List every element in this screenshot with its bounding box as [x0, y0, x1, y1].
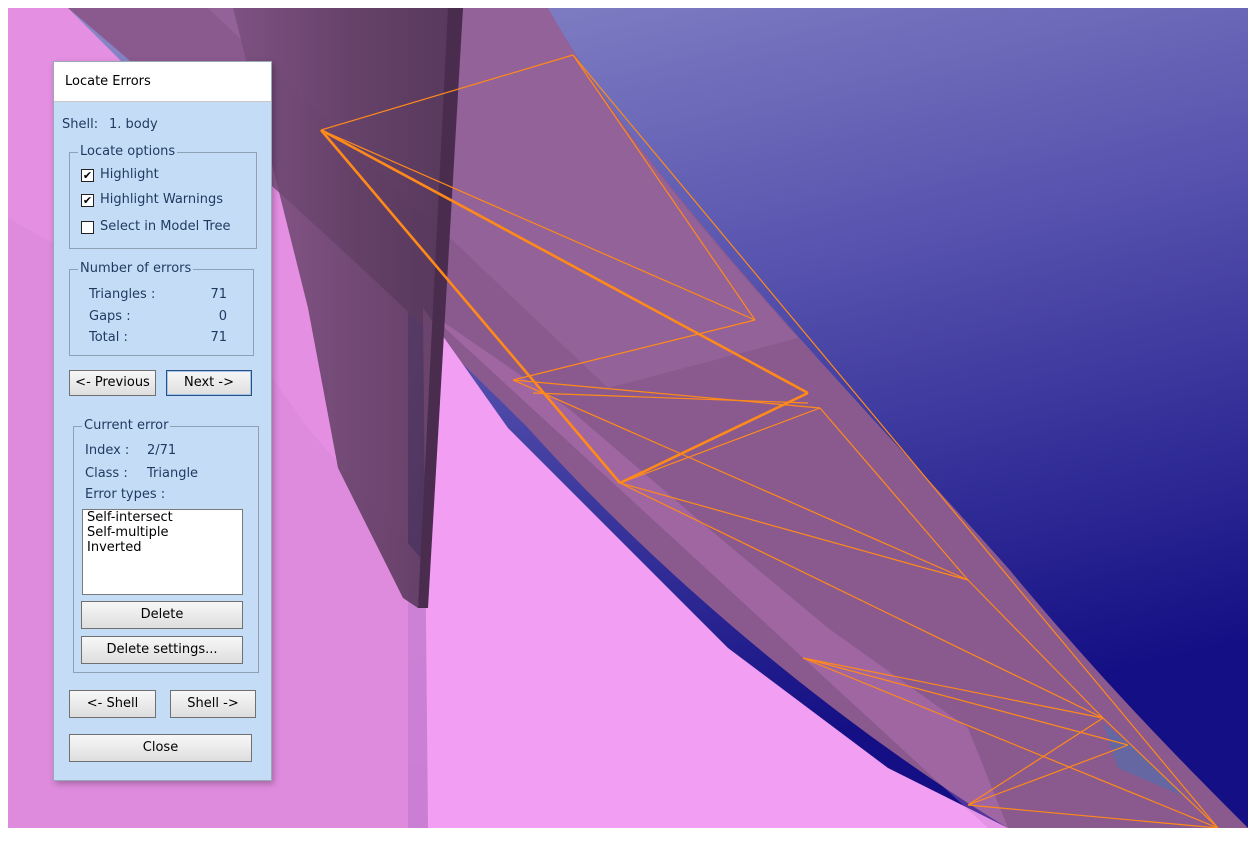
previous-button[interactable]: <- Previous	[69, 370, 156, 396]
number-of-errors-title: Number of errors	[78, 261, 194, 277]
select-in-model-tree-label[interactable]: Select in Model Tree	[100, 219, 230, 234]
number-of-errors-group: Number of errors Triangles : 71 Gaps : 0…	[69, 261, 254, 356]
index-value: 2/71	[147, 443, 177, 458]
shell-label: Shell:	[62, 117, 99, 132]
next-button[interactable]: Next ->	[166, 370, 252, 396]
locate-options-group: Locate options ✔ Highlight ✔ Highlight W…	[69, 144, 257, 249]
locate-errors-dialog: Locate Errors Shell: 1. body Locate opti…	[53, 61, 272, 781]
delete-button[interactable]: Delete	[81, 601, 243, 629]
check-icon: ✔	[82, 169, 93, 182]
close-button[interactable]: Close	[69, 734, 252, 762]
delete-settings-button[interactable]: Delete settings...	[81, 636, 243, 664]
locate-options-title: Locate options	[78, 144, 178, 160]
highlight-warnings-label[interactable]: Highlight Warnings	[100, 192, 223, 207]
next-shell-button[interactable]: Shell ->	[170, 690, 256, 718]
current-error-title: Current error	[82, 418, 171, 434]
triangles-label: Triangles :	[89, 287, 156, 302]
gaps-label: Gaps :	[89, 309, 131, 324]
total-value: 71	[210, 330, 227, 345]
gaps-value: 0	[218, 309, 227, 324]
highlight-warnings-checkbox[interactable]: ✔	[81, 194, 94, 207]
triangles-value: 71	[210, 287, 227, 302]
list-item[interactable]: Self-multiple	[83, 525, 242, 540]
list-item[interactable]: Inverted	[83, 540, 242, 555]
previous-shell-button[interactable]: <- Shell	[69, 690, 156, 718]
list-item[interactable]: Self-intersect	[83, 510, 242, 525]
dialog-title: Locate Errors	[54, 62, 271, 102]
highlight-label[interactable]: Highlight	[100, 167, 159, 182]
index-label: Index :	[85, 443, 130, 458]
class-label: Class :	[85, 466, 128, 481]
check-icon: ✔	[82, 194, 93, 207]
current-error-group: Current error Index : 2/71 Class : Trian…	[73, 418, 259, 673]
error-types-list[interactable]: Self-intersect Self-multiple Inverted	[82, 509, 243, 595]
shell-value: 1. body	[109, 117, 158, 132]
class-value: Triangle	[147, 466, 199, 481]
error-types-label: Error types :	[85, 487, 166, 502]
select-in-model-tree-checkbox[interactable]	[81, 221, 94, 234]
highlight-checkbox[interactable]: ✔	[81, 169, 94, 182]
total-label: Total :	[89, 330, 128, 345]
